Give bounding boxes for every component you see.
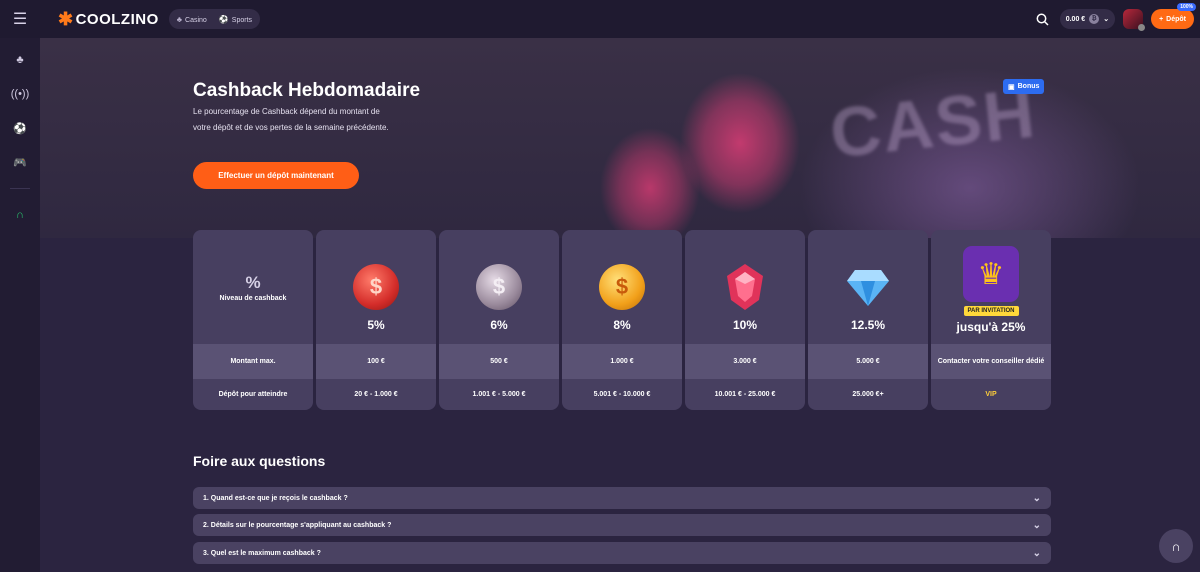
tier-header: ♛ PAR INVITATION jusqu'à 25% — [931, 230, 1051, 344]
bonus-tag[interactable]: ▣ Bonus — [1003, 79, 1045, 94]
deposit-button[interactable]: + Dépôt 100% — [1151, 3, 1196, 29]
tier-range: 20 € - 1.000 € — [354, 391, 398, 398]
row-label-range: Dépôt pour atteindre — [218, 391, 288, 398]
tier-max: Contacter votre conseiller dédié — [931, 344, 1051, 379]
level-label: Niveau de cashback — [219, 294, 287, 302]
chevron-down-icon: ⌄ — [1032, 492, 1041, 504]
currency-icon: ₿ — [1089, 14, 1100, 24]
support-chat-button[interactable]: ∩ — [1159, 529, 1193, 563]
menu-icon[interactable]: ☰ — [0, 0, 40, 38]
hero-description: Le pourcentage de Cashback dépend du mon… — [193, 107, 389, 132]
tier-column: $ 6% 500 € 1.001 € - 5.000 € — [439, 230, 559, 410]
page-title: Cashback Hebdomadaire — [193, 80, 421, 101]
top-bar: ☰ ✱ COOLZINO ♣ Casino ⚽ Sports 0.00 € ₿ ⌄ + Dé… — [0, 0, 1200, 38]
ruby-icon — [722, 264, 768, 310]
tier-column: 10% 3.000 € 10.001 € - 25.000 € — [685, 230, 805, 410]
tier-percent: jusqu'à 25% — [956, 320, 1026, 334]
tier-column: $ 5% 100 € 20 € - 1.000 € — [316, 230, 436, 410]
status-dot — [1138, 24, 1146, 31]
tier-range: 10.001 € - 25.000 € — [714, 391, 776, 398]
search-icon[interactable] — [1034, 10, 1052, 28]
tier-max: 100 € — [316, 344, 436, 379]
tier-max: 1.000 € — [562, 344, 682, 379]
tier-column: 12.5% 5.000 € 25.000 €+ — [808, 230, 928, 410]
tier-header: 12.5% — [808, 230, 928, 344]
chevron-down-icon: ⌄ — [1032, 519, 1041, 531]
sidebar-divider — [10, 188, 30, 189]
tier-max: 500 € — [439, 344, 559, 379]
tier-range: 25.000 €+ — [852, 391, 884, 398]
gift-icon: ▣ — [1008, 83, 1015, 91]
nav-casino-label: Casino — [185, 16, 207, 24]
cherry-icon[interactable]: ♣ — [12, 52, 28, 68]
tier-max: 5.000 € — [808, 344, 928, 379]
gamepad-icon[interactable]: 🎮 — [12, 154, 28, 170]
tier-percent: 8% — [613, 318, 631, 332]
tier-header: 10% — [685, 230, 805, 344]
tier-percent: 6% — [490, 318, 508, 332]
faq-question: 2. Détails sur le pourcentage s'appliqua… — [203, 521, 392, 529]
tier-column: $ 8% 1.000 € 5.001 € - 10.000 € — [562, 230, 682, 410]
tier-max: 3.000 € — [685, 344, 805, 379]
ball-icon: ⚽ — [218, 14, 229, 24]
red-coin-icon: $ — [353, 264, 399, 310]
logo[interactable]: ✱ COOLZINO — [58, 9, 159, 30]
nav-sports[interactable]: ⚽ Sports — [219, 15, 252, 24]
tier-range: 5.001 € - 10.000 € — [593, 391, 651, 398]
nav-casino[interactable]: ♣ Casino — [177, 15, 207, 24]
deposit-badge: 100% — [1177, 3, 1196, 11]
diamond-icon — [845, 264, 891, 310]
logo-mark-icon: ✱ — [58, 8, 74, 29]
gold-coin-icon: $ — [599, 264, 645, 310]
headset-icon: ∩ — [1171, 538, 1181, 554]
headset-icon[interactable]: ∩ — [12, 207, 28, 223]
faq-question: 1. Quand est-ce que je reçois le cashbac… — [203, 494, 348, 502]
faq-title: Foire aux questions — [193, 453, 326, 469]
faq-item[interactable]: 3. Quel est le maximum cashback ? ⌄ — [193, 542, 1051, 564]
hero-banner: CASH Cashback Hebdomadaire Le pourcentag… — [40, 38, 1200, 238]
bonus-label: Bonus — [1017, 83, 1040, 90]
top-right-actions: 0.00 € ₿ ⌄ + Dépôt 100% — [1034, 3, 1196, 31]
logo-text: COOLZINO — [75, 10, 159, 28]
chevron-down-icon: ⌄ — [1103, 16, 1110, 23]
balance-value: 0.00 € — [1065, 15, 1086, 23]
faq-item[interactable]: 1. Quand est-ce que je reçois le cashbac… — [193, 487, 1051, 509]
row-label-max: Montant max. — [193, 344, 313, 379]
tier-range: 1.001 € - 5.000 € — [472, 391, 526, 398]
tier-header: $ 6% — [439, 230, 559, 344]
tier-range: VIP — [985, 391, 997, 398]
chevron-down-icon: ⌄ — [1032, 547, 1041, 559]
cashback-table: % Niveau de cashback Montant max. Dépôt … — [193, 230, 1051, 410]
deposit-now-button[interactable]: Effectuer un dépôt maintenant — [193, 162, 359, 189]
live-icon[interactable]: ((•)) — [11, 86, 30, 102]
tier-header: $ 5% — [316, 230, 436, 344]
invitation-badge: PAR INVITATION — [963, 306, 1019, 316]
plus-icon: + — [1159, 15, 1164, 23]
tier-percent: 12.5% — [850, 318, 886, 332]
level-header: % Niveau de cashback — [193, 230, 313, 344]
crown-icon: ♛ — [963, 246, 1019, 302]
tier-percent: 5% — [367, 318, 385, 332]
tier-column-vip: ♛ PAR INVITATION jusqu'à 25% Contacter v… — [931, 230, 1051, 410]
percent-icon: % — [245, 272, 261, 292]
faq-question: 3. Quel est le maximum cashback ? — [203, 549, 321, 557]
deposit-label: Dépôt — [1166, 15, 1186, 23]
main-nav: ♣ Casino ⚽ Sports — [168, 9, 261, 29]
balance-selector[interactable]: 0.00 € ₿ ⌄ — [1059, 9, 1116, 29]
football-icon[interactable]: ⚽ — [12, 120, 28, 136]
table-labels-column: % Niveau de cashback Montant max. Dépôt … — [193, 230, 313, 410]
silver-coin-icon: $ — [476, 264, 522, 310]
nav-sports-label: Sports — [231, 16, 253, 24]
faq-item[interactable]: 2. Détails sur le pourcentage s'appliqua… — [193, 514, 1051, 536]
tier-header: $ 8% — [562, 230, 682, 344]
tier-percent: 10% — [732, 318, 758, 332]
cherry-icon: ♣ — [176, 14, 183, 24]
avatar[interactable] — [1123, 9, 1146, 31]
sidebar: ♣ ((•)) ⚽ 🎮 ∩ — [0, 38, 40, 572]
